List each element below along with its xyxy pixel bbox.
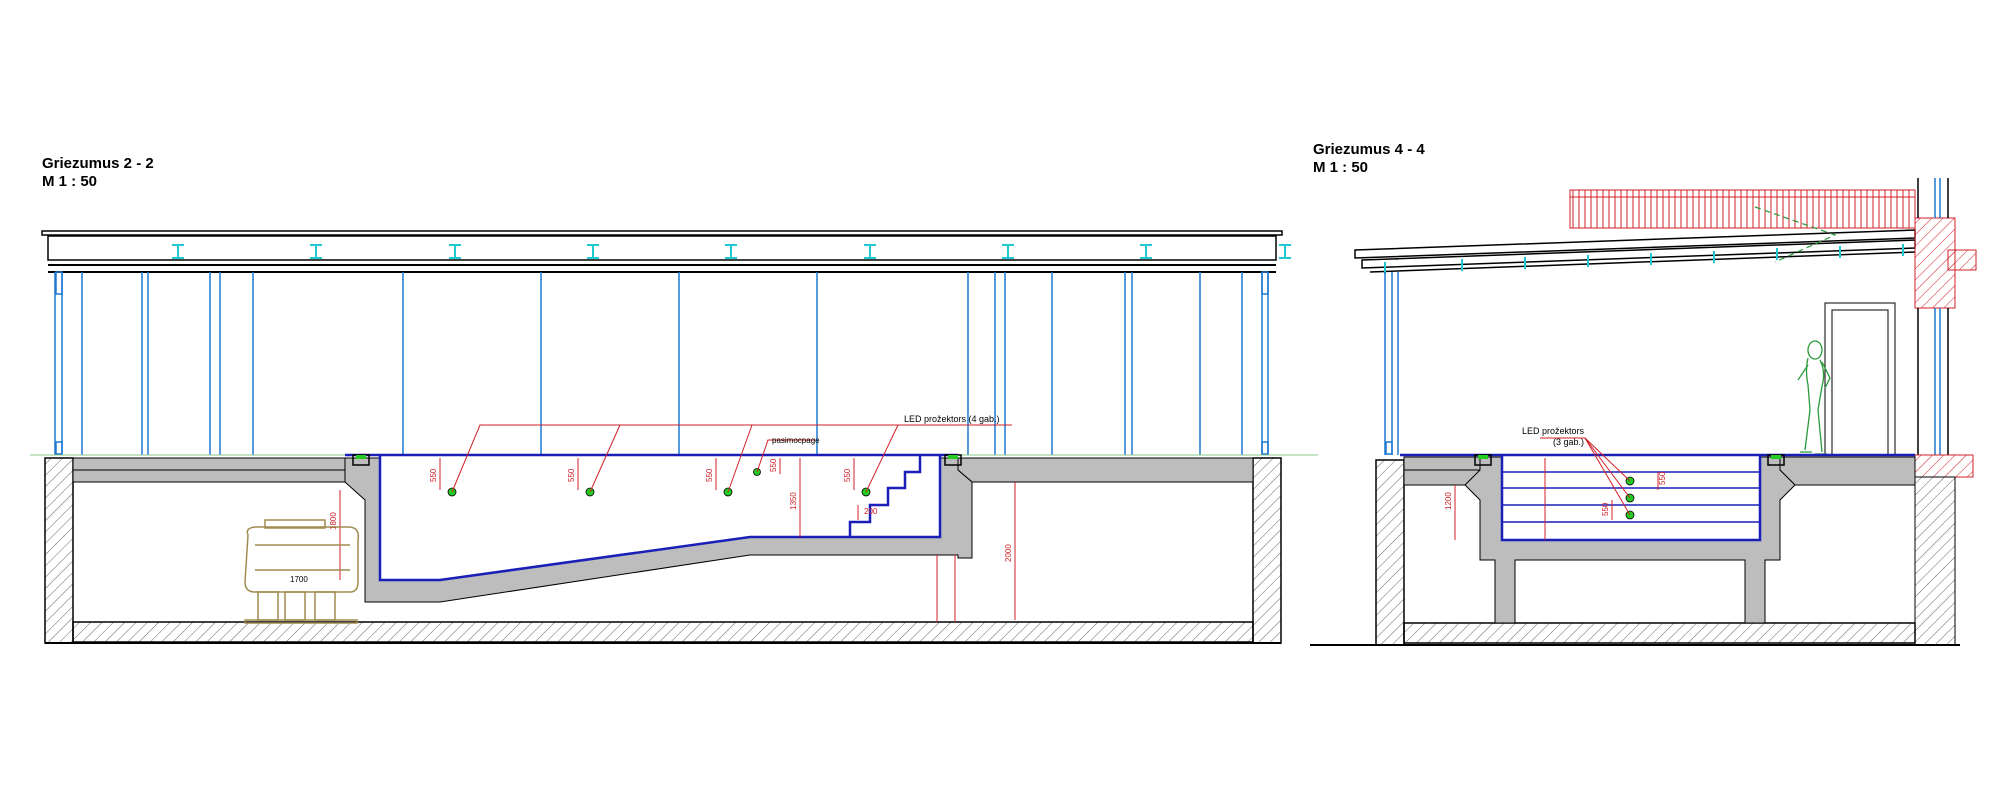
dim-label: 1350 (789, 492, 798, 510)
led-projectors-label: LED prožektors (4 gab.) (904, 414, 1000, 424)
left-roof (41, 230, 1283, 273)
led-projectors-label-line1: LED prožektors (1522, 426, 1585, 436)
right-roof (1354, 229, 1916, 273)
dim-label: 550 (567, 468, 576, 482)
dim-label: 550 (429, 468, 438, 482)
right-leaders (1540, 437, 1631, 516)
dim-label: 550 (705, 468, 714, 482)
left-led-lights (447, 468, 871, 497)
right-door (1824, 302, 1896, 456)
right-skimmers (1474, 454, 1785, 466)
pasimocpage-label: pasimocpage (772, 436, 820, 445)
left-section: 550 550 550 550 1350 1800 2000 550 200 L… (30, 230, 1318, 644)
dim-label: 550 (1658, 471, 1667, 485)
left-concrete-slab (72, 457, 1254, 603)
right-wall (1914, 178, 1977, 478)
dim-label: 2000 (1004, 544, 1013, 562)
right-glazing (1384, 272, 1399, 455)
led-projectors-label-line2: (3 gab.) (1553, 437, 1584, 447)
dim-label: 1200 (1444, 492, 1453, 510)
left-skimmers (352, 454, 962, 466)
drawing-canvas: 550 550 550 550 1350 1800 2000 550 200 L… (30, 178, 1977, 646)
dim-label: 550 (843, 468, 852, 482)
right-neighbor-fence (1569, 189, 1916, 229)
dim-label: 200 (864, 507, 878, 516)
dim-label: 550 (1601, 502, 1610, 516)
left-glazing (54, 271, 1269, 455)
tank-width-label: 1700 (290, 575, 308, 584)
left-leaders (451, 424, 1012, 493)
dim-label: 550 (769, 458, 778, 472)
water-tank (244, 519, 360, 624)
right-section: 1200 550 550 LED prožektors (3 gab.) (1310, 178, 1977, 646)
